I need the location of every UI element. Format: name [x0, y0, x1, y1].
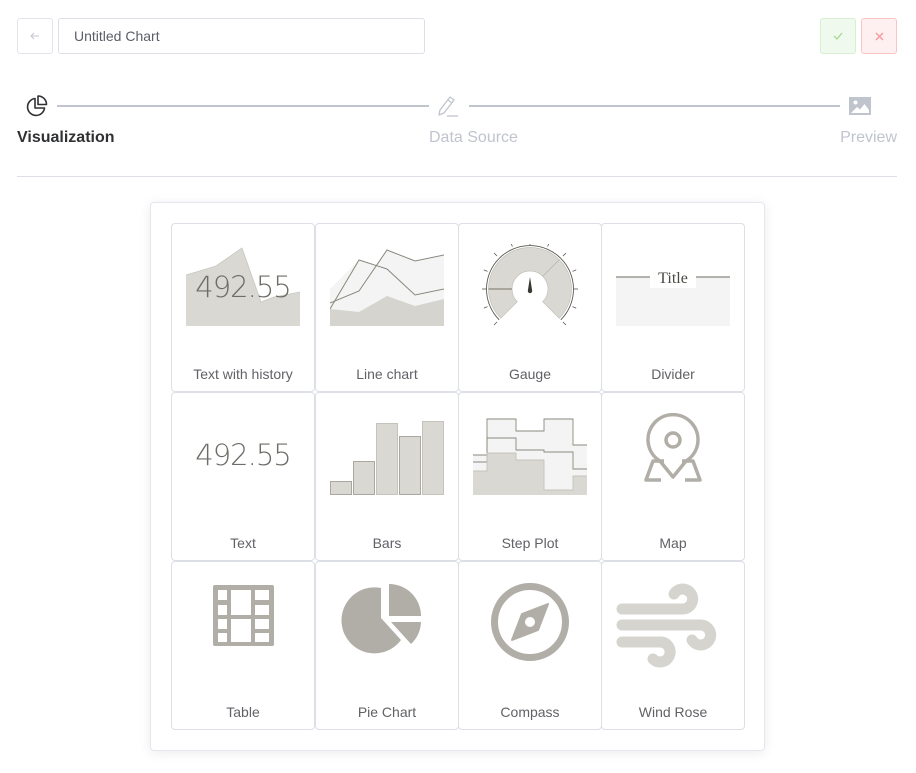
step-plot-thumbnail [473, 418, 587, 495]
section-divider [17, 176, 897, 177]
step-label: Preview [840, 129, 897, 146]
wind-icon [616, 583, 717, 668]
text-with-history-thumbnail: 492.55 [186, 247, 300, 326]
viz-card-label: Gauge [508, 366, 552, 382]
viz-card-label: Bars [372, 535, 402, 551]
viz-card-text-with-history[interactable]: 492.55 Text with history [171, 223, 315, 392]
gauge-thumbnail [482, 244, 578, 326]
bars-thumbnail [330, 421, 444, 495]
viz-card-step-plot[interactable]: Step Plot [458, 392, 602, 561]
check-icon [833, 32, 843, 40]
viz-card-text[interactable]: 492.55 Text [171, 392, 315, 561]
viz-card-label: Divider [651, 366, 695, 382]
viz-card-label: Text [230, 535, 256, 551]
viz-card-pie-chart[interactable]: Pie Chart [315, 561, 459, 730]
chart-title-input[interactable] [58, 18, 425, 54]
viz-card-map[interactable]: Map [601, 392, 745, 561]
pencil-icon [438, 96, 458, 117]
wizard-steps: Visualization Data Source Preview [17, 92, 897, 152]
viz-card-label: Table [226, 704, 260, 720]
viz-card-label: Text with history [193, 366, 293, 382]
image-icon [849, 97, 871, 115]
compass-icon [491, 583, 569, 661]
cancel-button[interactable] [861, 18, 897, 54]
step-label: Data Source [429, 129, 518, 146]
viz-card-label: Wind Rose [638, 704, 708, 720]
viz-card-line-chart[interactable]: Line chart [315, 223, 459, 392]
sample-value: 492.55 [195, 270, 290, 304]
step-connector [57, 105, 429, 107]
close-icon [875, 32, 883, 40]
viz-card-wind-rose[interactable]: Wind Rose [601, 561, 745, 730]
visualization-picker: 492.55 Text with history Line chart Gaug… [150, 202, 765, 751]
divider-thumbnail: Title [616, 268, 730, 326]
text-thumbnail: 492.55 [195, 438, 291, 472]
step-connector [469, 105, 840, 107]
viz-card-label: Compass [500, 704, 560, 720]
viz-card-label: Step Plot [501, 535, 559, 551]
sample-title: Title [658, 270, 688, 287]
viz-card-compass[interactable]: Compass [458, 561, 602, 730]
arrow-left-icon [30, 32, 39, 40]
back-button[interactable] [17, 18, 53, 54]
sample-value: 492.55 [195, 438, 290, 472]
table-icon [213, 585, 274, 646]
confirm-button[interactable] [820, 18, 856, 54]
viz-card-label: Line chart [356, 366, 418, 382]
viz-card-bars[interactable]: Bars [315, 392, 459, 561]
viz-card-gauge[interactable]: Gauge [458, 223, 602, 392]
pie-chart-icon [341, 584, 421, 654]
gauge-needle [527, 277, 533, 294]
map-marker-icon [644, 413, 702, 482]
viz-card-divider[interactable]: Title Divider [601, 223, 745, 392]
viz-card-table[interactable]: Table [171, 561, 315, 730]
line-chart-thumbnail [330, 249, 444, 326]
viz-card-label: Map [659, 535, 687, 551]
viz-card-label: Pie Chart [357, 704, 417, 720]
pie-chart-outline-icon [26, 95, 48, 117]
step-label: Visualization [17, 129, 115, 146]
top-bar [17, 18, 897, 54]
